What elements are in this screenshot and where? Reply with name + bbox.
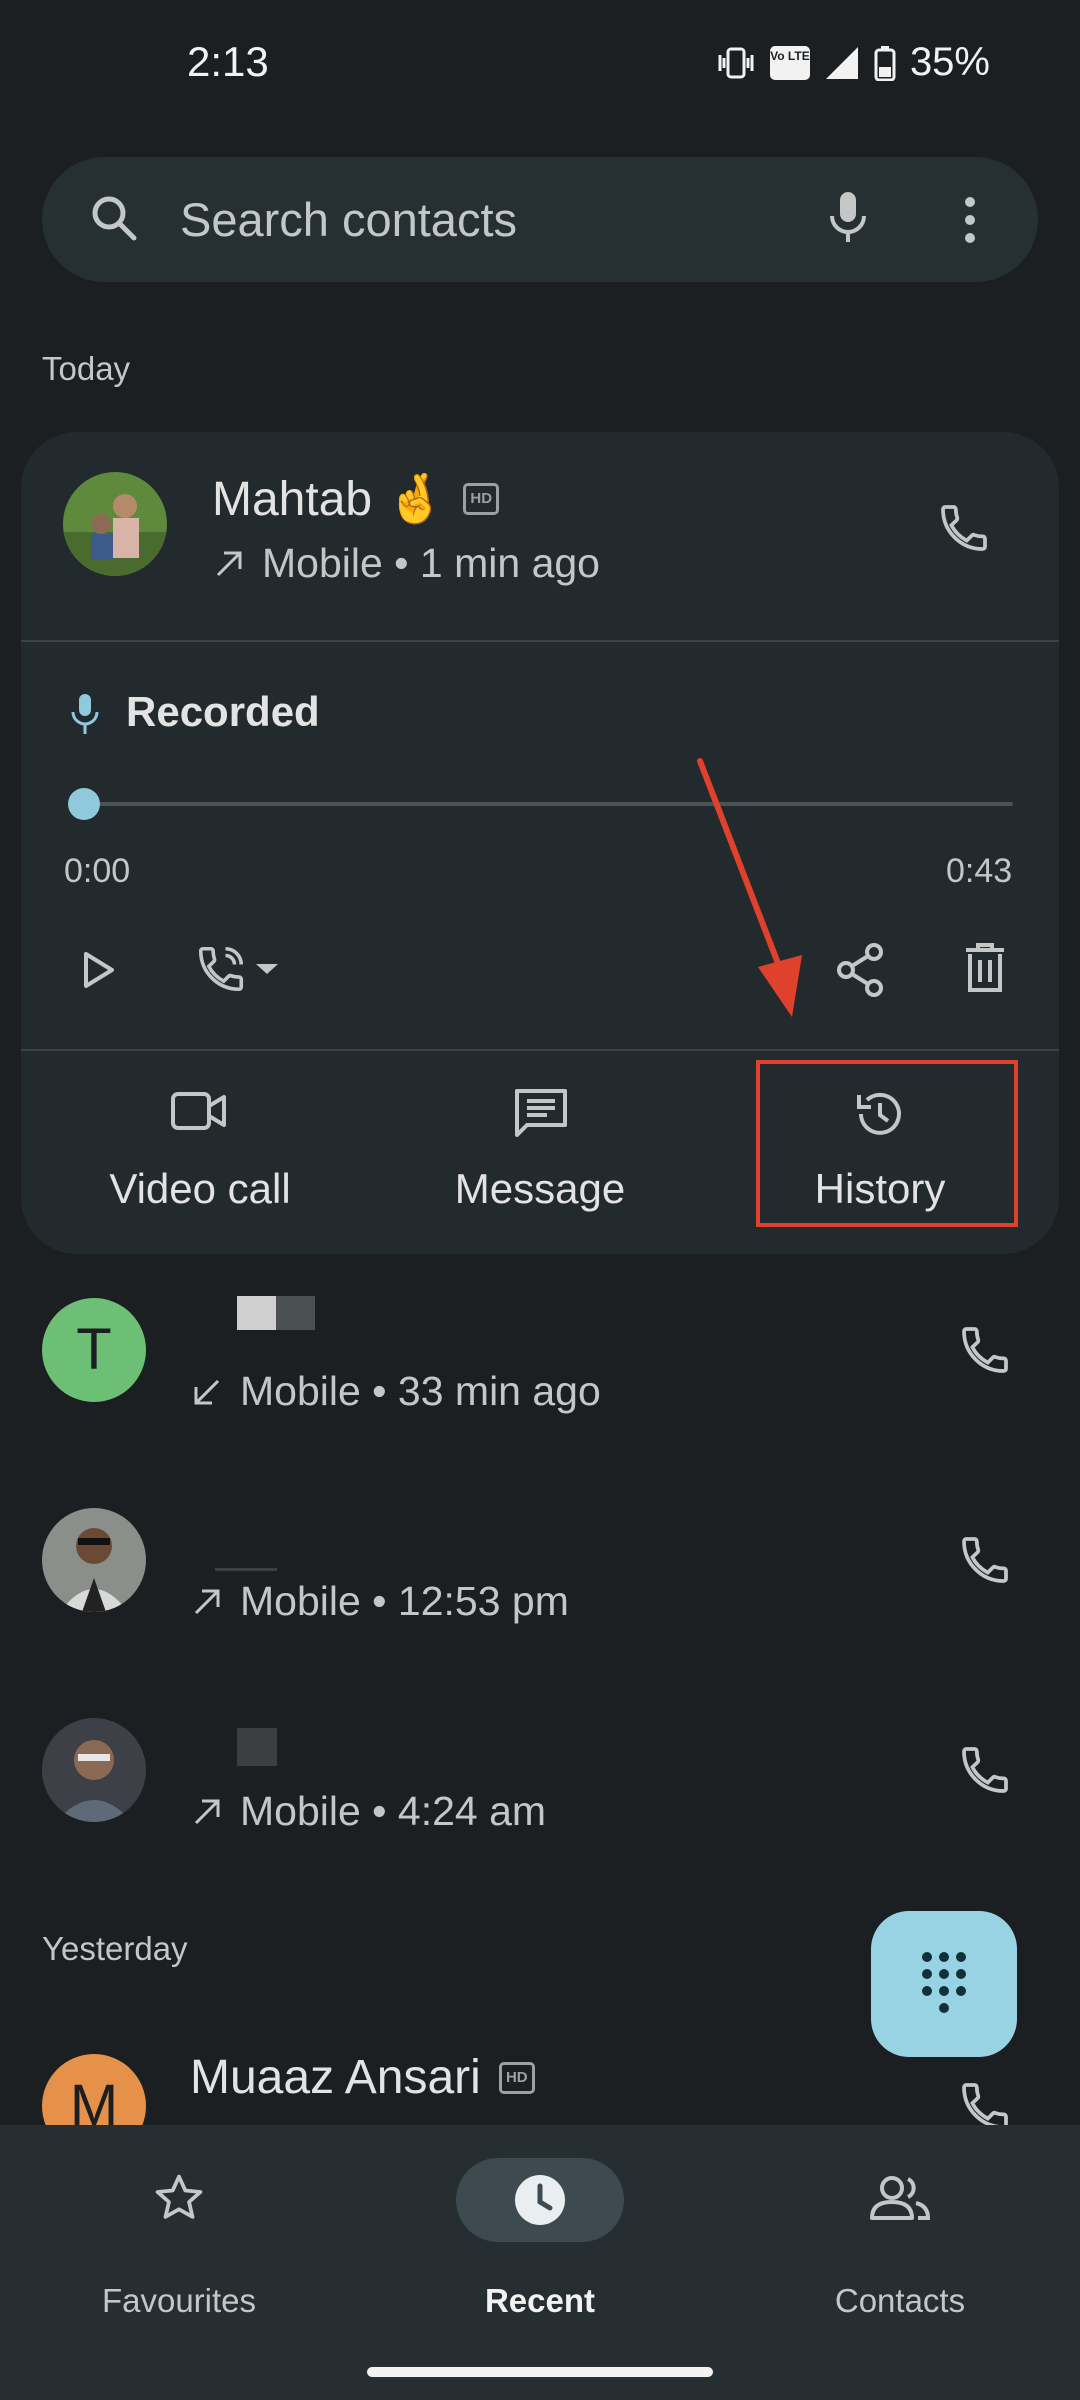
hd-badge: HD (498, 2061, 535, 2094)
volte-icon: Vo LTE (769, 45, 810, 80)
outgoing-arrow-icon (190, 1795, 224, 1829)
contact-name: Muaaz Ansari (190, 2051, 481, 2104)
mic-icon[interactable] (826, 190, 870, 246)
redacted-name (215, 1568, 277, 1571)
video-call-label: Video call (109, 1165, 291, 1212)
avatar[interactable] (42, 1508, 146, 1612)
video-call-button[interactable]: Video call (30, 1085, 370, 1225)
signal-icon (824, 45, 860, 81)
delete-icon[interactable] (962, 942, 1008, 994)
share-icon[interactable] (834, 942, 886, 998)
recording-end-time: 0:43 (946, 852, 1013, 890)
play-icon[interactable] (78, 950, 118, 990)
phone-icon[interactable] (957, 1322, 1013, 1378)
recorded-label: Recorded (126, 688, 320, 735)
call-detail-row: Mobile • 1 min ago (212, 540, 600, 587)
nav-contacts[interactable]: Contacts (750, 2160, 1050, 2319)
call-detail: Mobile • 1 min ago (262, 540, 600, 586)
contact-name: Mahtab 🤞 (212, 473, 446, 526)
call-detail: Mobile • 12:53 pm (240, 1578, 569, 1624)
call-detail: Mobile • 4:24 am (240, 1788, 547, 1834)
section-today: Today (42, 350, 131, 387)
search-icon[interactable] (88, 192, 140, 244)
redacted-name (237, 1296, 315, 1330)
outgoing-arrow-icon (190, 1585, 224, 1619)
message-label: Message (454, 1165, 626, 1212)
seekbar-thumb[interactable] (68, 788, 100, 820)
clock-icon (512, 2172, 568, 2228)
phone-icon[interactable] (936, 500, 992, 556)
avatar[interactable] (42, 1718, 146, 1822)
avatar[interactable]: T (42, 1298, 146, 1402)
nav-favourites-label: Favourites (101, 2282, 257, 2319)
hd-badge: HD (463, 482, 500, 515)
status-icons: Vo LTE 35% (716, 40, 990, 85)
call-detail-row: Mobile • 33 min ago (190, 1368, 601, 1415)
recording-seekbar[interactable] (85, 802, 1013, 806)
phone-icon[interactable] (957, 1742, 1013, 1798)
section-yesterday: Yesterday (42, 1930, 188, 1967)
contact-name-row: Mahtab 🤞 HD (212, 470, 500, 527)
incoming-arrow-icon (190, 1375, 224, 1409)
search-input[interactable]: Search contacts (180, 192, 517, 247)
redacted-name (237, 1728, 277, 1766)
call-audio-route-icon[interactable] (194, 942, 280, 996)
history-highlight-box (756, 1060, 1018, 1227)
nav-favourites[interactable]: Favourites (29, 2160, 329, 2319)
recording-start-time: 0:00 (64, 852, 131, 890)
status-time: 2:13 (187, 38, 269, 85)
message-icon (513, 1087, 569, 1139)
call-detail-row: Mobile • 12:53 pm (190, 1578, 569, 1625)
call-detail: Mobile • 33 min ago (240, 1368, 601, 1414)
message-button[interactable]: Message (370, 1085, 710, 1225)
contact-name-row: Muaaz Ansari HD (190, 2050, 535, 2105)
more-icon[interactable] (960, 196, 980, 246)
dialpad-icon (919, 1949, 969, 2019)
card-divider (21, 640, 1059, 642)
contacts-icon (868, 2172, 932, 2224)
avatar-letter: T (76, 1317, 112, 1382)
nav-contacts-label: Contacts (834, 2282, 966, 2319)
nav-recent-label: Recent (484, 2282, 596, 2319)
home-indicator[interactable] (367, 2367, 713, 2377)
battery-percent: 35% (909, 40, 990, 84)
dialpad-button[interactable] (871, 1911, 1017, 2057)
annotation-arrow (697, 758, 802, 1017)
outgoing-arrow-icon (212, 547, 246, 581)
star-icon (151, 2170, 207, 2226)
mic-icon (70, 692, 100, 736)
vibrate-icon (716, 45, 756, 81)
call-detail-row: Mobile • 4:24 am (190, 1788, 546, 1835)
video-camera-icon (170, 1091, 228, 1131)
nav-recent[interactable]: Recent (390, 2160, 690, 2319)
avatar[interactable] (63, 472, 167, 576)
battery-icon (874, 45, 896, 81)
phone-icon[interactable] (957, 1532, 1013, 1588)
card-divider (21, 1049, 1059, 1051)
